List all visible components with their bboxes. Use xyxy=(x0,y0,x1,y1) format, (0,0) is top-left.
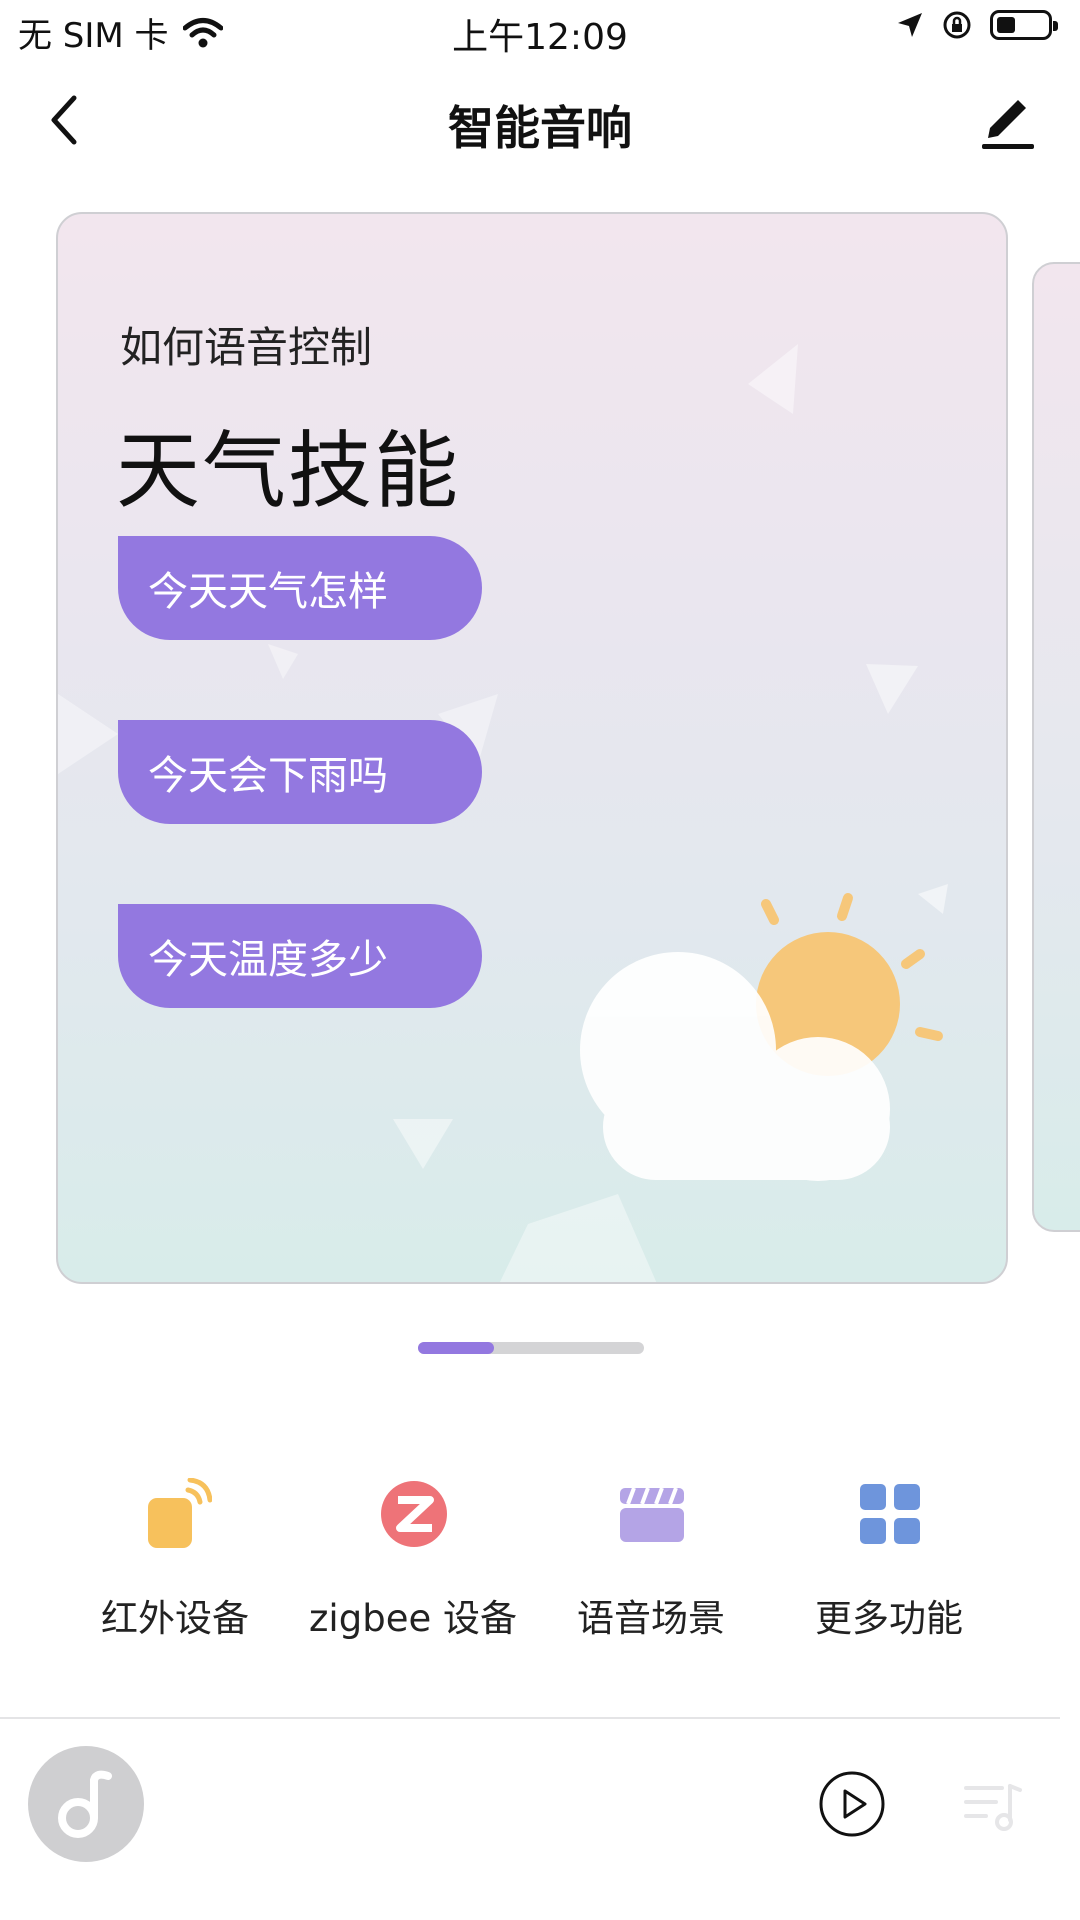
feature-label: zigbee 设备 xyxy=(309,1597,517,1640)
location-arrow-icon xyxy=(898,13,922,37)
edit-icon[interactable] xyxy=(976,88,1040,152)
feature-voice-scenes[interactable]: 语音场景 xyxy=(532,1470,770,1650)
feature-zigbee-devices[interactable]: zigbee 设备 xyxy=(294,1470,532,1650)
carousel-indicator xyxy=(418,1342,644,1354)
card-title: 天气技能 xyxy=(116,422,461,520)
rotation-lock-icon xyxy=(943,11,971,39)
carousel-indicator-active xyxy=(418,1342,494,1354)
skill-card[interactable]: 如何语音控制 天气技能 今天天气怎样 今天会下雨吗 今天温度多少 xyxy=(56,212,1008,1284)
page-title: 智能音响 xyxy=(448,101,632,155)
nav-bar: 智能音响 xyxy=(0,70,1080,170)
divider xyxy=(0,1717,1060,1719)
voice-command-bubble[interactable]: 今天会下雨吗 xyxy=(118,720,482,824)
feature-label: 红外设备 xyxy=(101,1597,249,1640)
playlist-icon[interactable] xyxy=(962,1776,1026,1836)
feature-more-functions[interactable]: 更多功能 xyxy=(770,1470,1008,1650)
feature-infrared-devices[interactable]: 红外设备 xyxy=(56,1470,294,1650)
screen: 无 SIM 卡 上午12:09 智能音响 如何语音控制 天气技能 今天天气怎样 … xyxy=(0,0,1080,1920)
clapperboard-icon xyxy=(620,1487,684,1542)
zigbee-icon xyxy=(381,1481,447,1547)
feature-label: 语音场景 xyxy=(577,1597,725,1640)
play-icon[interactable] xyxy=(818,1770,886,1838)
music-note-icon xyxy=(58,1770,112,1838)
feature-label: 更多功能 xyxy=(815,1597,963,1640)
status-bar: 无 SIM 卡 上午12:09 xyxy=(0,0,1080,60)
infrared-remote-icon xyxy=(148,1478,212,1548)
battery-icon xyxy=(990,10,1058,40)
card-subtitle: 如何语音控制 xyxy=(120,323,373,372)
grid-icon xyxy=(860,1484,920,1544)
status-right xyxy=(896,10,1058,40)
music-cover[interactable] xyxy=(28,1746,144,1862)
voice-command-bubble[interactable]: 今天温度多少 xyxy=(118,904,482,1008)
next-skill-card-peek[interactable] xyxy=(1032,262,1080,1232)
voice-command-bubble[interactable]: 今天天气怎样 xyxy=(118,536,482,640)
